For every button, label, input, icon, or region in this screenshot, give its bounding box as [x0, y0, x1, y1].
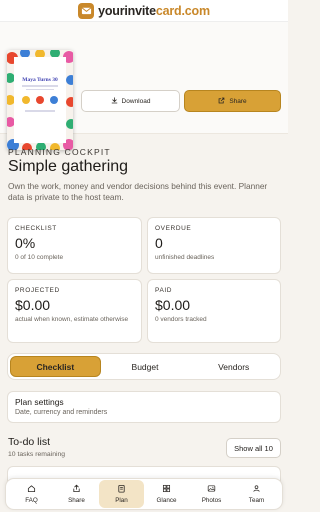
nav-label: Photos	[201, 497, 222, 504]
invite-preview-area: Maya Turns 30 Download Share	[0, 22, 288, 150]
todo-title: To-do list	[8, 436, 51, 448]
plan-settings-subtitle: Date, currency and reminders	[15, 409, 108, 416]
plan-settings-title: Plan settings	[15, 397, 64, 407]
planner-tabs: Checklist Budget Vendors	[7, 353, 281, 380]
image-icon	[207, 484, 216, 495]
share-label: Share	[229, 97, 247, 105]
brand-name[interactable]: yourinvitecard.com	[98, 4, 210, 18]
download-button[interactable]: Download	[81, 90, 180, 112]
nav-item-share[interactable]: Share	[54, 480, 99, 508]
stat-card-overdue: OVERDUE 0 unfinished deadlines	[147, 217, 281, 274]
invite-decoration-icon	[22, 96, 58, 104]
top-bar: yourinvitecard.com	[0, 0, 288, 22]
invite-content: Maya Turns 30	[14, 57, 66, 143]
nav-label: FAQ	[25, 497, 38, 504]
stat-label: PROJECTED	[15, 287, 60, 294]
nav-label: Share	[68, 497, 85, 504]
show-all-button[interactable]: Show all 10	[226, 438, 281, 458]
tab-vendors[interactable]: Vendors	[189, 356, 278, 377]
stat-note: actual when known, estimate otherwise	[15, 316, 129, 323]
page-subtitle: Own the work, money and vendor decisions…	[8, 181, 268, 202]
stat-card-paid: PAID $0.00 0 vendors tracked	[147, 279, 281, 343]
tab-checklist[interactable]: Checklist	[10, 356, 101, 377]
section-eyebrow: PLANNING COCKPIT	[8, 147, 111, 157]
invite-text-line	[22, 85, 58, 87]
nav-label: Team	[248, 497, 265, 504]
share-icon	[72, 484, 81, 495]
stat-card-checklist: CHECKLIST 0% 0 of 10 complete	[7, 217, 142, 274]
todo-count: 10 tasks remaining	[8, 451, 66, 458]
grid-icon	[162, 484, 171, 495]
stat-card-projected: PROJECTED $0.00 actual when known, estim…	[7, 279, 142, 343]
download-label: Download	[121, 97, 151, 105]
nav-item-photos[interactable]: Photos	[189, 480, 234, 508]
home-icon	[27, 484, 36, 495]
nav-item-team[interactable]: Team	[234, 480, 279, 508]
stat-value: $0.00	[155, 297, 191, 313]
nav-item-glance[interactable]: Glance	[144, 480, 189, 508]
stat-label: CHECKLIST	[15, 225, 57, 232]
invite-text-line	[26, 88, 54, 90]
nav-label: Plan	[115, 497, 128, 504]
plan-settings-card[interactable]: Plan settings Date, currency and reminde…	[7, 391, 281, 423]
tab-budget[interactable]: Budget	[101, 356, 190, 377]
invite-title: Maya Turns 30	[22, 77, 58, 83]
download-icon	[111, 96, 118, 106]
stat-label: PAID	[155, 287, 173, 294]
stat-note: unfinished deadlines	[155, 254, 215, 261]
share-button[interactable]: Share	[184, 90, 281, 112]
invite-text-line	[25, 110, 55, 112]
stat-note: 0 of 10 complete	[15, 254, 64, 261]
invite-card-thumbnail[interactable]: Maya Turns 30	[7, 50, 73, 150]
stat-label: OVERDUE	[155, 225, 192, 232]
share-icon	[218, 97, 225, 106]
stat-value: $0.00	[15, 297, 51, 313]
bottom-nav: FAQ Share Plan Glance Photos Team	[5, 478, 283, 510]
nav-item-plan[interactable]: Plan	[99, 480, 144, 508]
stat-value: 0	[155, 235, 163, 251]
stat-value: 0%	[15, 235, 36, 251]
nav-item-faq[interactable]: FAQ	[9, 480, 54, 508]
page-title: Simple gathering	[8, 158, 129, 175]
stat-note: 0 vendors tracked	[155, 316, 207, 323]
clipboard-icon	[117, 484, 126, 495]
team-icon	[252, 484, 261, 495]
nav-label: Glance	[156, 497, 177, 504]
logo-icon	[78, 2, 95, 19]
